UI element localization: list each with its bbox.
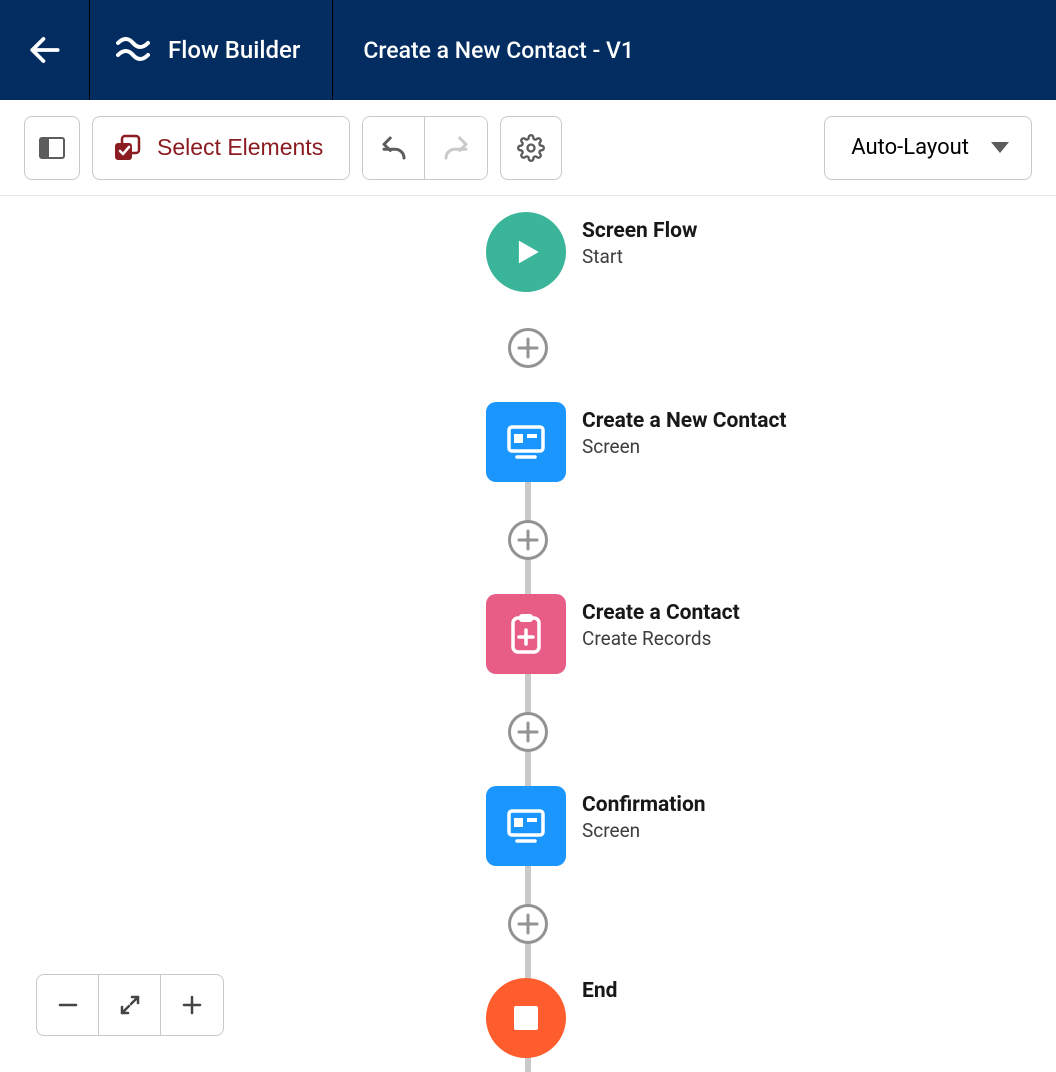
node-title: Create a Contact (582, 600, 740, 626)
undo-icon (379, 133, 409, 163)
play-icon (509, 235, 543, 269)
redo-icon (441, 133, 471, 163)
node-create-records[interactable]: Create a Contact Create Records (486, 594, 740, 674)
flow-title: Create a New Contact - V1 (333, 37, 634, 64)
node-subtitle: Screen (582, 434, 787, 460)
node-title: End (582, 978, 617, 1004)
node-subtitle: Start (582, 244, 697, 270)
node-labels: End (582, 978, 617, 1004)
zoom-controls (36, 974, 224, 1036)
minus-icon (57, 994, 79, 1016)
expand-icon (119, 994, 141, 1016)
node-screen[interactable]: Confirmation Screen (486, 786, 706, 866)
add-element-button[interactable] (508, 328, 548, 368)
arrow-left-icon (26, 31, 64, 69)
node-screen[interactable]: Create a New Contact Screen (486, 402, 787, 482)
plus-icon (517, 337, 539, 359)
screen-icon (503, 803, 549, 849)
layout-mode-select[interactable]: Auto-Layout (824, 116, 1032, 180)
plus-icon (181, 994, 203, 1016)
stop-icon (511, 1003, 541, 1033)
add-element-button[interactable] (508, 904, 548, 944)
clipboard-plus-icon (504, 610, 548, 658)
app-brand: Flow Builder (90, 0, 333, 100)
node-labels: Confirmation Screen (582, 786, 706, 844)
plus-icon (517, 913, 539, 935)
node-title: Create a New Contact (582, 408, 787, 434)
node-end[interactable]: End (486, 978, 617, 1058)
start-node-shape (486, 212, 566, 292)
end-node-shape (486, 978, 566, 1058)
node-subtitle: Screen (582, 818, 706, 844)
toggle-panel-button[interactable] (24, 116, 80, 180)
zoom-out-button[interactable] (37, 975, 99, 1035)
select-elements-button[interactable]: Select Elements (92, 116, 350, 180)
add-element-button[interactable] (508, 712, 548, 752)
add-element-button[interactable] (508, 520, 548, 560)
app-header: Flow Builder Create a New Contact - V1 (0, 0, 1056, 100)
node-title: Confirmation (582, 792, 706, 818)
redo-button[interactable] (425, 117, 487, 179)
settings-button[interactable] (500, 116, 562, 180)
zoom-fit-button[interactable] (99, 975, 161, 1035)
plus-icon (517, 721, 539, 743)
chevron-down-icon (991, 142, 1009, 154)
screen-node-shape (486, 786, 566, 866)
zoom-in-button[interactable] (161, 975, 223, 1035)
back-button[interactable] (0, 0, 90, 100)
select-elements-label: Select Elements (157, 134, 323, 161)
node-labels: Create a Contact Create Records (582, 594, 740, 652)
screen-node-shape (486, 402, 566, 482)
multi-select-icon (113, 134, 141, 162)
node-start[interactable]: Screen Flow Start (486, 212, 697, 292)
node-labels: Create a New Contact Screen (582, 402, 787, 460)
app-name: Flow Builder (168, 36, 300, 64)
panel-left-icon (39, 137, 65, 159)
node-labels: Screen Flow Start (582, 212, 697, 270)
toolbar: Select Elements Auto-Layout (0, 100, 1056, 196)
undo-button[interactable] (363, 117, 425, 179)
screen-icon (503, 419, 549, 465)
node-title: Screen Flow (582, 218, 697, 244)
plus-icon (517, 529, 539, 551)
flow-canvas[interactable]: Screen Flow Start Create a New Contact S… (0, 196, 1056, 1072)
node-subtitle: Create Records (582, 626, 740, 652)
undo-redo-group (362, 116, 488, 180)
create-node-shape (486, 594, 566, 674)
flow-builder-icon (116, 33, 150, 67)
layout-mode-label: Auto-Layout (851, 135, 969, 160)
gear-icon (517, 134, 545, 162)
